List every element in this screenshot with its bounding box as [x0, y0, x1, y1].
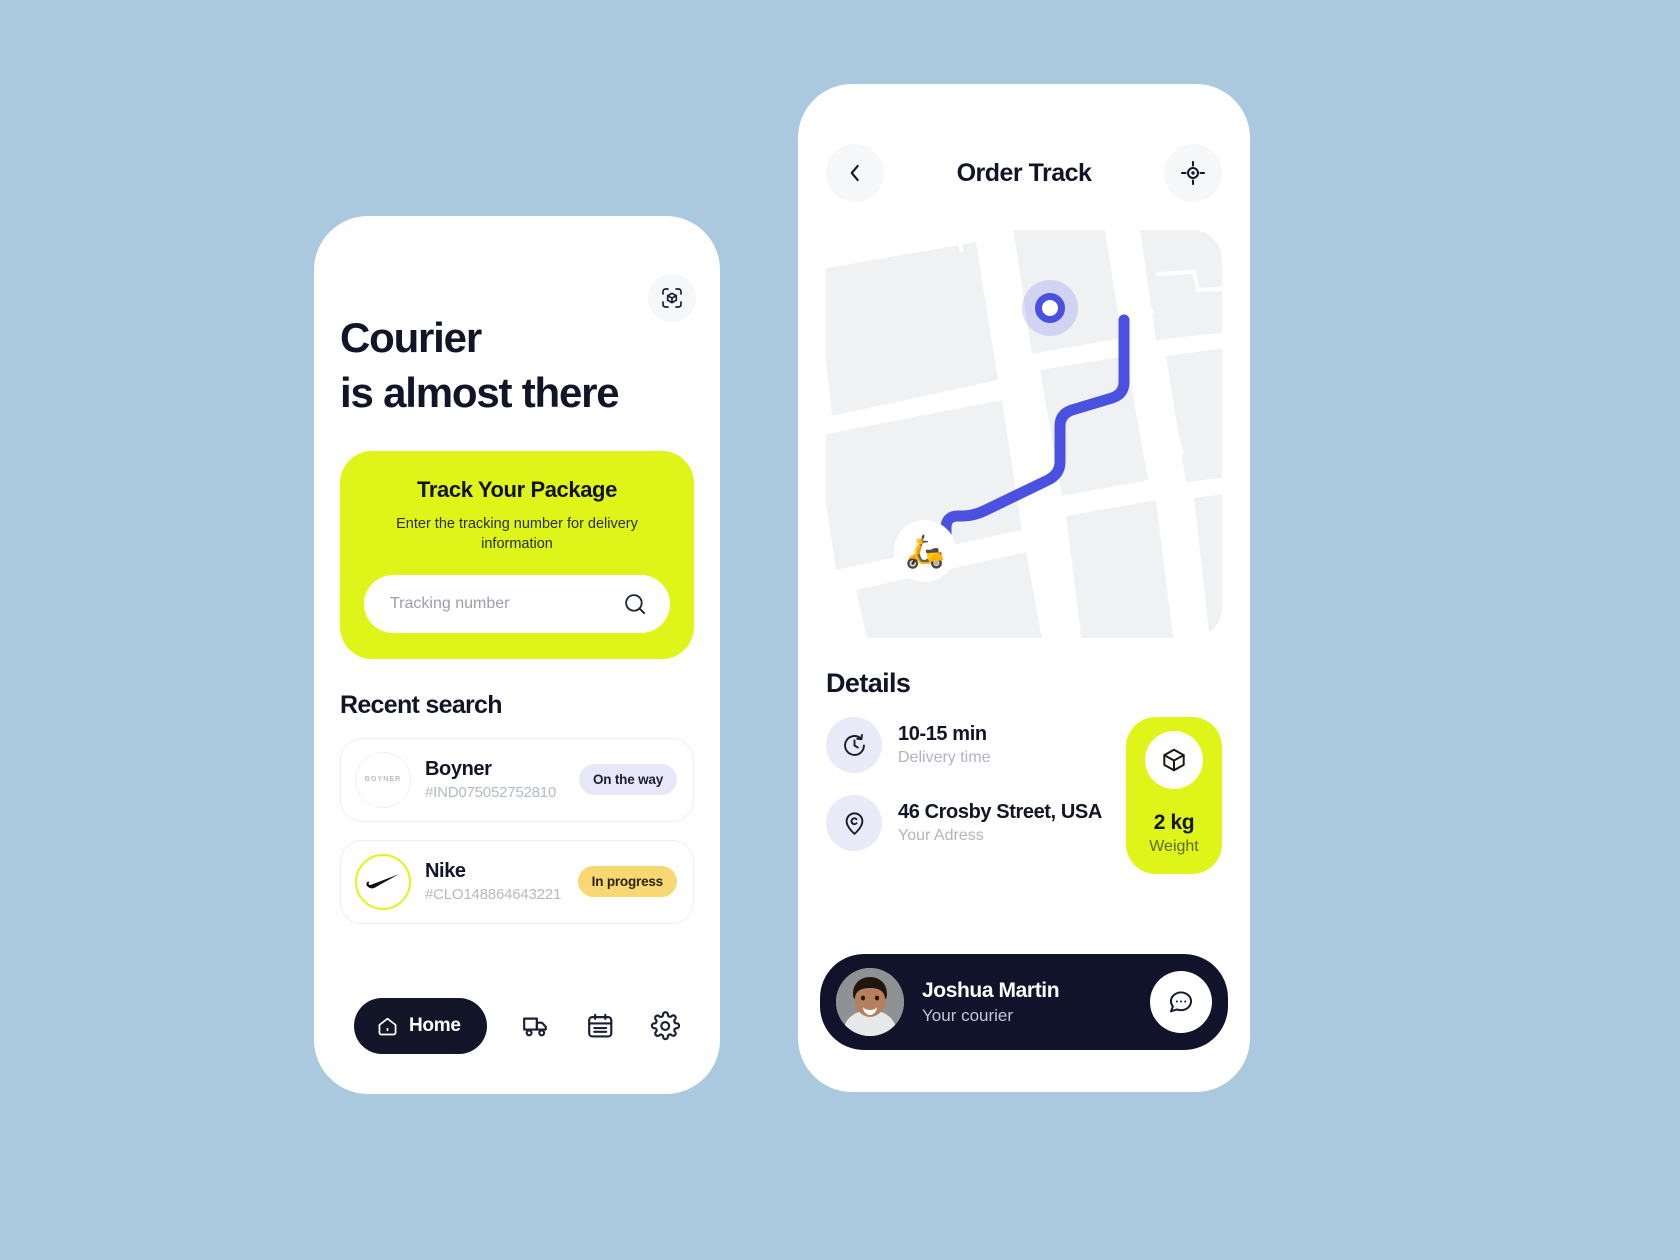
detail-label: Delivery time: [898, 749, 991, 766]
courier-name: Joshua Martin: [922, 978, 1060, 1002]
scan-package-button[interactable]: [648, 274, 696, 322]
page-title: Order Track: [956, 158, 1092, 187]
recent-search-title: Recent search: [340, 690, 503, 719]
nav-home-label: Home: [409, 1015, 461, 1036]
nike-logo: [355, 853, 411, 910]
list-item[interactable]: BOYNER Boyner #IND075052752810 On the wa…: [340, 737, 694, 822]
phone-home-screen: Courier is almost there Track Your Packa…: [314, 216, 720, 1094]
list-item-name: Boyner: [425, 758, 492, 781]
status-badge: In progress: [577, 866, 677, 898]
chat-bubble-icon: [1169, 991, 1193, 1013]
headline-line-1: Courier: [340, 314, 482, 361]
back-button[interactable]: [826, 144, 884, 202]
detail-label: Your Adress: [898, 827, 984, 844]
list-item-text: Boyner #IND075052752810: [425, 758, 579, 801]
phone-order-track-screen: Order Track 🛵 Details 10-15 min Delivery…: [798, 84, 1250, 1092]
scan-package-icon: [662, 288, 682, 308]
detail-value: 10-15 min: [898, 723, 987, 745]
box-icon-wrapper: [1145, 731, 1203, 789]
list-item-code: #CLO148864643221: [425, 886, 562, 904]
map-graphic: [826, 230, 1222, 638]
gear-icon: [650, 1011, 680, 1041]
courier-role: Your courier: [922, 1005, 1014, 1025]
details-section: 10-15 min Delivery time 46 Crosby Street…: [826, 717, 1222, 874]
scooter-icon: 🛵: [894, 520, 956, 582]
location-pin-icon-wrapper: [826, 795, 882, 851]
detail-address: 46 Crosby Street, USA Your Adress: [826, 795, 1126, 851]
track-package-card: Track Your Package Enter the tracking nu…: [340, 450, 694, 659]
clock-icon: [843, 733, 865, 756]
list-item-name: Nike: [425, 860, 466, 883]
clock-icon-wrapper: [826, 717, 882, 773]
box-icon: [1163, 748, 1185, 772]
chevron-left-icon: [850, 164, 859, 182]
weight-value: 2 kg: [1153, 811, 1195, 834]
nav-item-calendar[interactable]: [585, 1009, 615, 1043]
bottom-navigation: Home: [314, 998, 720, 1054]
list-item[interactable]: Nike #CLO148864643221 In progress: [340, 839, 694, 924]
nav-item-home[interactable]: Home: [354, 998, 487, 1054]
detail-delivery-time: 10-15 min Delivery time: [826, 717, 1126, 773]
location-pin-icon: [845, 811, 863, 835]
track-card-subtitle: Enter the tracking number for delivery i…: [396, 515, 638, 552]
chat-button[interactable]: [1150, 971, 1212, 1033]
avatar-illustration: [836, 968, 904, 1036]
list-item-text: Nike #CLO148864643221: [425, 860, 578, 903]
courier-text: Joshua Martin Your courier: [922, 979, 1150, 1026]
courier-photo: [836, 968, 904, 1036]
crosshair-icon: [1180, 160, 1206, 186]
calendar-icon: [588, 1013, 613, 1038]
order-track-header: Order Track: [826, 84, 1222, 202]
weight-card: 2 kg Weight: [1126, 717, 1222, 874]
track-card-title: Track Your Package: [417, 476, 617, 502]
locate-button[interactable]: [1163, 144, 1222, 202]
status-badge: On the way: [578, 764, 677, 796]
detail-text: 46 Crosby Street, USA Your Adress: [898, 801, 1102, 845]
list-item-code: #IND075052752810: [425, 784, 557, 802]
route-map[interactable]: 🛵: [826, 230, 1222, 638]
screenshot-canvas: Courier is almost there Track Your Packa…: [0, 0, 1680, 1260]
search-icon[interactable]: [622, 591, 648, 617]
boyner-logo: BOYNER: [355, 751, 411, 808]
destination-pin: [1022, 280, 1078, 336]
nav-item-settings[interactable]: [650, 1009, 680, 1043]
page-title: Courier is almost there: [340, 310, 694, 421]
nav-item-deliveries[interactable]: [521, 1009, 551, 1043]
detail-value: 46 Crosby Street, USA: [898, 801, 1102, 823]
courier-card[interactable]: Joshua Martin Your courier: [820, 954, 1228, 1050]
details-list: 10-15 min Delivery time 46 Crosby Street…: [826, 717, 1126, 874]
boyner-logo-text: BOYNER: [364, 776, 402, 784]
detail-text: 10-15 min Delivery time: [898, 723, 990, 767]
details-title: Details: [826, 668, 911, 698]
tracking-input-wrapper[interactable]: [364, 574, 670, 633]
tracking-number-input[interactable]: [390, 594, 622, 613]
weight-label: Weight: [1149, 838, 1199, 855]
truck-icon: [522, 1017, 547, 1037]
nike-swoosh-icon: [366, 874, 399, 889]
house-icon: [378, 1017, 397, 1035]
headline-line-2: is almost there: [340, 369, 620, 417]
